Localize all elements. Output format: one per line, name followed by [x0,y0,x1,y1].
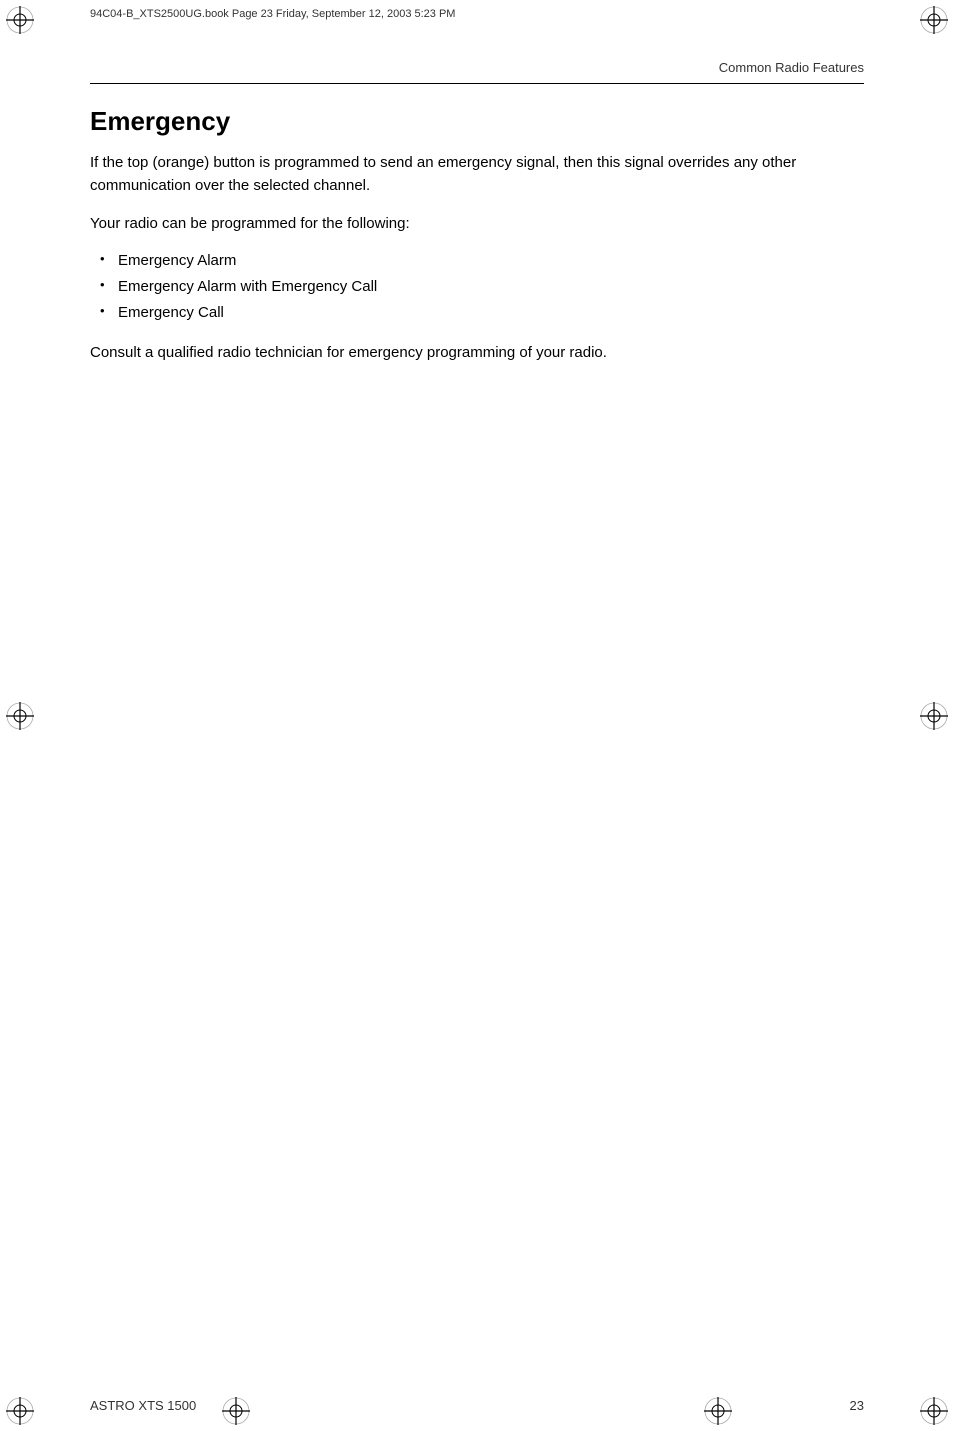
list-item: Emergency Alarm [90,249,864,273]
reg-mark-bottom-right [918,1395,950,1427]
closing-paragraph: Consult a qualified radio technician for… [90,341,864,364]
file-info-text: 94C04-B_XTS2500UG.book Page 23 Friday, S… [90,8,455,20]
section-divider [90,83,864,84]
sub-intro-paragraph: Your radio can be programmed for the fol… [90,212,864,235]
chapter-title: Common Radio Features [719,60,864,75]
page-container: 94C04-B_XTS2500UG.book Page 23 Friday, S… [0,0,954,1431]
footer-left-text: ASTRO XTS 1500 [90,1398,196,1413]
footer-page-number: 23 [850,1398,864,1413]
reg-mark-mid-right [918,700,950,732]
reg-mark-top-left [4,4,36,36]
reg-mark-bottom-left [4,1395,36,1427]
reg-mark-top-right [918,4,950,36]
reg-mark-mid-left [4,700,36,732]
section-heading: Emergency [90,106,864,137]
list-item: Emergency Call [90,301,864,325]
file-header: 94C04-B_XTS2500UG.book Page 23 Friday, S… [90,8,864,20]
intro-paragraph: If the top (orange) button is programmed… [90,151,864,198]
chapter-header: Common Radio Features [90,60,864,75]
content-area: Common Radio Features Emergency If the t… [90,60,864,1371]
list-item: Emergency Alarm with Emergency Call [90,275,864,299]
page-footer: ASTRO XTS 1500 23 [90,1398,864,1413]
bullet-list: Emergency Alarm Emergency Alarm with Eme… [90,249,864,325]
